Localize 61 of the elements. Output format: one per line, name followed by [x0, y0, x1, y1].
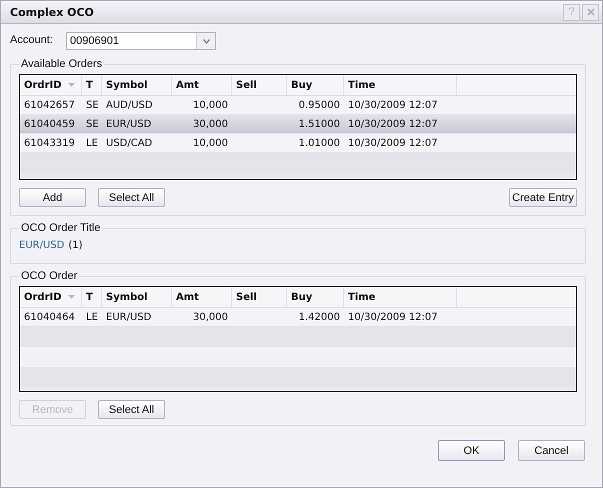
table-row[interactable]: 61040464 LE EUR/USD 30,000 1.42000 10/30/2009 12:07: [20, 308, 576, 327]
table-cell-text: AUD/USD: [105, 100, 154, 110]
column-header[interactable]: Buy: [287, 287, 344, 307]
action-button[interactable]: Select All: [98, 400, 165, 419]
table-cell-text: 61040459: [23, 118, 76, 130]
table-cell-text: 1.01000: [298, 138, 341, 148]
table-cell-text: 10/30/2009 12:07: [347, 312, 439, 322]
column-header[interactable]: Buy: [287, 75, 344, 95]
group-title: Available Orders: [20, 58, 104, 70]
table-cell-text: 61040464: [23, 312, 76, 322]
group-title: OCO Order Title: [20, 222, 102, 234]
table-row[interactable]: 61042657 SE AUD/USD 10,000 0.95000 10/30/2009 12:07: [20, 96, 576, 115]
oco-count: (1): [68, 240, 82, 251]
column-header[interactable]: Symbol: [102, 75, 172, 95]
table-cell-text: LE: [85, 312, 99, 322]
sort-arrow-icon: [68, 83, 75, 87]
column-header[interactable]: Sell: [232, 287, 287, 307]
table-cell-text: 30,000: [192, 118, 229, 130]
action-button[interactable]: Select All: [98, 188, 165, 207]
table-cell-text: EUR/USD: [105, 118, 152, 130]
close-button[interactable]: [582, 4, 599, 20]
window-title: Complex OCO: [10, 6, 95, 18]
oco-symbol: EUR/USD: [19, 240, 64, 251]
account-label: Account:: [10, 33, 54, 46]
column-header[interactable]: Time: [344, 287, 457, 307]
table-cell-text: SE: [85, 100, 100, 110]
column-header[interactable]: T: [82, 287, 102, 307]
table-cell-text: 1.51000: [298, 118, 341, 130]
table-cell-text: 61042657: [23, 100, 76, 110]
column-header[interactable]: OrdrID: [20, 75, 82, 95]
table-cell-text: EUR/USD: [105, 312, 152, 322]
sort-arrow-icon: [68, 295, 75, 299]
table-cell-text: 10,000: [192, 138, 229, 148]
column-header[interactable]: Sell: [232, 75, 287, 95]
dialog-button[interactable]: Cancel: [518, 440, 585, 461]
table-cell-text: 10/30/2009 12:07: [347, 118, 439, 130]
table-cell-text: 10/30/2009 12:07: [347, 138, 439, 148]
table-cell-text: SE: [85, 118, 100, 130]
table-cell-text: 30,000: [192, 312, 229, 322]
table-cell-text: 1.42000: [298, 312, 341, 322]
account-dropdown[interactable]: 00906901: [66, 32, 216, 50]
column-header[interactable]: Amt: [172, 287, 232, 307]
table-cell-text: 10,000: [192, 100, 229, 110]
table-row[interactable]: 61040459 SE EUR/USD 30,000 1.51000 10/30/2009 12:07: [20, 115, 576, 134]
column-header[interactable]: Amt: [172, 75, 232, 95]
dialog-button[interactable]: OK: [438, 440, 505, 461]
create-entry-button[interactable]: Create Entry: [509, 188, 577, 207]
close-icon: [586, 8, 594, 16]
chevron-down-icon: [202, 38, 210, 44]
column-header[interactable]: T: [82, 75, 102, 95]
table-row[interactable]: 61043319 LE USD/CAD 10,000 1.01000 10/30/2009 12:07: [20, 134, 576, 153]
table-cell-text: 10/30/2009 12:07: [347, 100, 439, 110]
table-cell-text: 0.95000: [298, 100, 341, 110]
column-header[interactable]: Symbol: [102, 287, 172, 307]
group-title: OCO Order: [20, 270, 78, 282]
table-cell-text: USD/CAD: [105, 138, 154, 148]
action-button[interactable]: Add: [19, 188, 86, 207]
table-cell-text: LE: [85, 138, 99, 148]
column-header[interactable]: Time: [344, 75, 457, 95]
column-header[interactable]: OrdrID: [20, 287, 82, 307]
table-cell-text: 61043319: [23, 138, 76, 148]
